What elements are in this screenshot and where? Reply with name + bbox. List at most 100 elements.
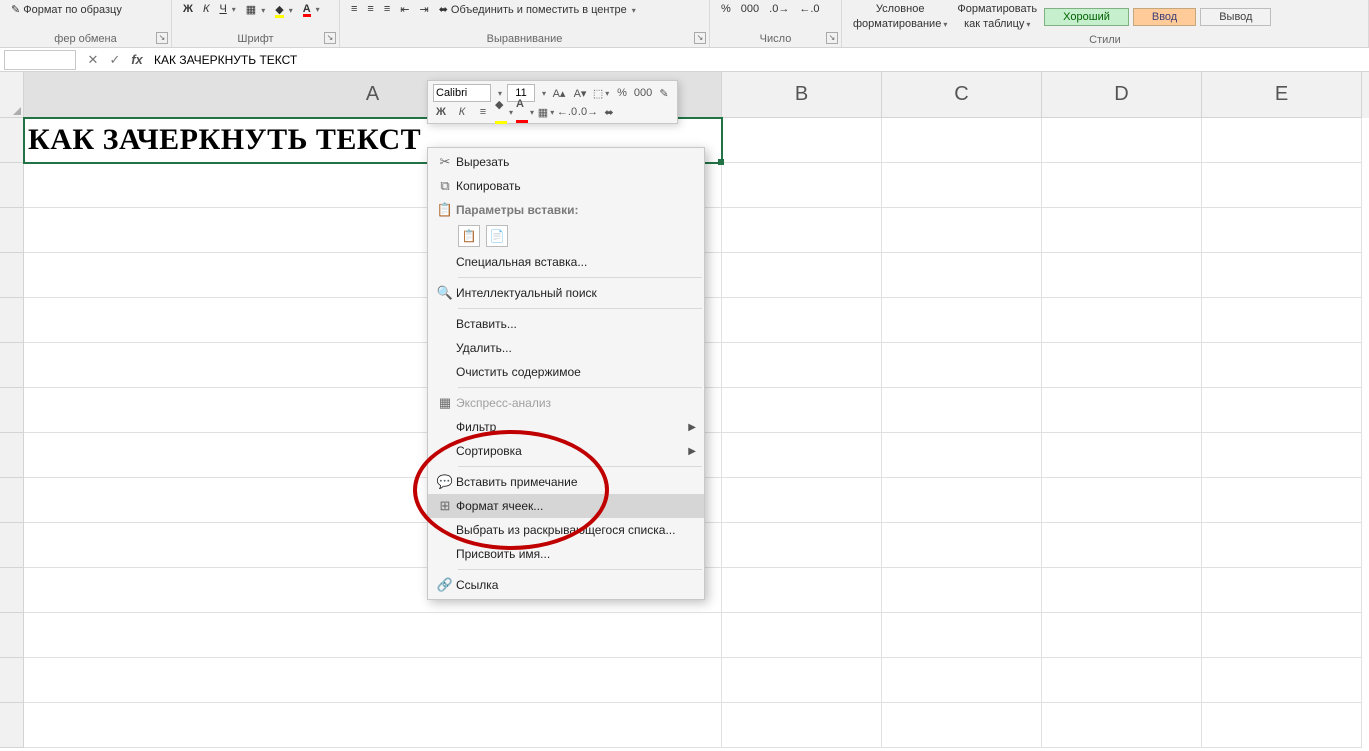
row-header-7[interactable] — [0, 388, 24, 433]
mini-increase-decimal-icon[interactable]: .0→ — [580, 104, 596, 120]
cm-smart-lookup[interactable]: 🔍Интеллектуальный поиск — [428, 281, 704, 305]
insert-function-button[interactable]: fx — [126, 52, 148, 67]
cell-C8[interactable] — [882, 433, 1042, 478]
formula-input[interactable] — [148, 50, 1369, 70]
cm-cut[interactable]: ✂Вырезать — [428, 150, 704, 174]
cell-B14[interactable] — [722, 703, 882, 748]
mini-font-select[interactable] — [433, 84, 491, 102]
cell-A12[interactable] — [24, 613, 722, 658]
row-header-12[interactable] — [0, 613, 24, 658]
font-dialog-launcher[interactable]: ↘ — [324, 32, 336, 44]
cell-C4[interactable] — [882, 253, 1042, 298]
cell-B1[interactable] — [722, 118, 882, 163]
cell-C12[interactable] — [882, 613, 1042, 658]
cell-B6[interactable] — [722, 343, 882, 388]
cell-C13[interactable] — [882, 658, 1042, 703]
cell-B4[interactable] — [722, 253, 882, 298]
number-dialog-launcher[interactable]: ↘ — [826, 32, 838, 44]
align-bottom-button[interactable]: ≡ — [381, 2, 393, 16]
cell-D13[interactable] — [1042, 658, 1202, 703]
row-header-4[interactable] — [0, 253, 24, 298]
cell-E11[interactable] — [1202, 568, 1362, 613]
mini-size-dropdown[interactable] — [540, 87, 546, 99]
font-color-button[interactable]: А — [300, 2, 323, 16]
decrease-decimal-button[interactable]: ←.0 — [796, 2, 822, 16]
cm-clear-contents[interactable]: Очистить содержимое — [428, 360, 704, 384]
cell-E13[interactable] — [1202, 658, 1362, 703]
underline-button[interactable]: Ч — [216, 2, 238, 16]
cell-C2[interactable] — [882, 163, 1042, 208]
row-header-8[interactable] — [0, 433, 24, 478]
comma-style-button[interactable]: 000 — [738, 2, 762, 16]
enter-formula-button[interactable]: ✓ — [104, 52, 126, 68]
cell-E4[interactable] — [1202, 253, 1362, 298]
row-header-13[interactable] — [0, 658, 24, 703]
cell-B12[interactable] — [722, 613, 882, 658]
cell-C14[interactable] — [882, 703, 1042, 748]
row-header-2[interactable] — [0, 163, 24, 208]
cell-E7[interactable] — [1202, 388, 1362, 433]
name-box[interactable] — [4, 50, 76, 70]
row-header-14[interactable] — [0, 703, 24, 748]
paste-option-default[interactable]: 📋 — [458, 225, 480, 247]
cell-D5[interactable] — [1042, 298, 1202, 343]
row-header-10[interactable] — [0, 523, 24, 568]
cm-paste-special[interactable]: Специальная вставка... — [428, 250, 704, 274]
cell-D12[interactable] — [1042, 613, 1202, 658]
cm-filter[interactable]: Фильтр▶ — [428, 415, 704, 439]
cell-A13[interactable] — [24, 658, 722, 703]
cell-E10[interactable] — [1202, 523, 1362, 568]
decrease-indent-button[interactable]: ⇤ — [397, 2, 412, 17]
cell-D9[interactable] — [1042, 478, 1202, 523]
conditional-formatting-button[interactable]: Условное форматирование — [850, 2, 950, 32]
cell-D1[interactable] — [1042, 118, 1202, 163]
cell-D7[interactable] — [1042, 388, 1202, 433]
cm-format-cells[interactable]: ⊞Формат ячеек... — [428, 494, 704, 518]
borders-button[interactable]: ▦ — [243, 2, 268, 17]
row-header-3[interactable] — [0, 208, 24, 253]
cell-E5[interactable] — [1202, 298, 1362, 343]
cell-E14[interactable] — [1202, 703, 1362, 748]
cell-B8[interactable] — [722, 433, 882, 478]
cell-B13[interactable] — [722, 658, 882, 703]
format-painter-button[interactable]: ✎ Формат по образцу — [8, 2, 125, 17]
format-as-table-button[interactable]: Форматировать как таблицу — [954, 2, 1040, 32]
cell-E12[interactable] — [1202, 613, 1362, 658]
mini-align-icon[interactable]: ≡ — [475, 104, 491, 120]
column-header-B[interactable]: B — [722, 72, 882, 118]
decrease-font-icon[interactable]: A▾ — [572, 85, 588, 101]
percent-icon[interactable]: % — [614, 85, 630, 101]
clipboard-dialog-launcher[interactable]: ↘ — [156, 32, 168, 44]
cell-B11[interactable] — [722, 568, 882, 613]
paste-option-values[interactable]: 📄 — [486, 225, 508, 247]
mini-merge-icon[interactable]: ⬌ — [601, 104, 617, 120]
cell-E8[interactable] — [1202, 433, 1362, 478]
cell-C10[interactable] — [882, 523, 1042, 568]
cell-C9[interactable] — [882, 478, 1042, 523]
fill-color-button[interactable]: ◆ — [272, 2, 295, 17]
cell-E3[interactable] — [1202, 208, 1362, 253]
cm-pick-from-list[interactable]: Выбрать из раскрывающегося списка... — [428, 518, 704, 542]
row-header-6[interactable] — [0, 343, 24, 388]
column-header-C[interactable]: C — [882, 72, 1042, 118]
cell-D2[interactable] — [1042, 163, 1202, 208]
cell-B7[interactable] — [722, 388, 882, 433]
cell-B2[interactable] — [722, 163, 882, 208]
align-top-button[interactable]: ≡ — [348, 2, 360, 16]
cell-D11[interactable] — [1042, 568, 1202, 613]
thousands-icon[interactable]: 000 — [635, 85, 651, 101]
mini-bold-icon[interactable]: Ж — [433, 104, 449, 120]
cell-E9[interactable] — [1202, 478, 1362, 523]
row-header-9[interactable] — [0, 478, 24, 523]
cancel-formula-button[interactable]: ✕ — [82, 52, 104, 68]
row-header-11[interactable] — [0, 568, 24, 613]
cell-C6[interactable] — [882, 343, 1042, 388]
mini-fill-icon[interactable]: ◆ — [496, 104, 512, 120]
select-all-corner[interactable] — [0, 72, 24, 118]
align-middle-button[interactable]: ≡ — [364, 2, 376, 16]
cell-C11[interactable] — [882, 568, 1042, 613]
cell-style-output[interactable]: Вывод — [1200, 8, 1271, 26]
cm-sort[interactable]: Сортировка▶ — [428, 439, 704, 463]
cell-C5[interactable] — [882, 298, 1042, 343]
cell-D3[interactable] — [1042, 208, 1202, 253]
